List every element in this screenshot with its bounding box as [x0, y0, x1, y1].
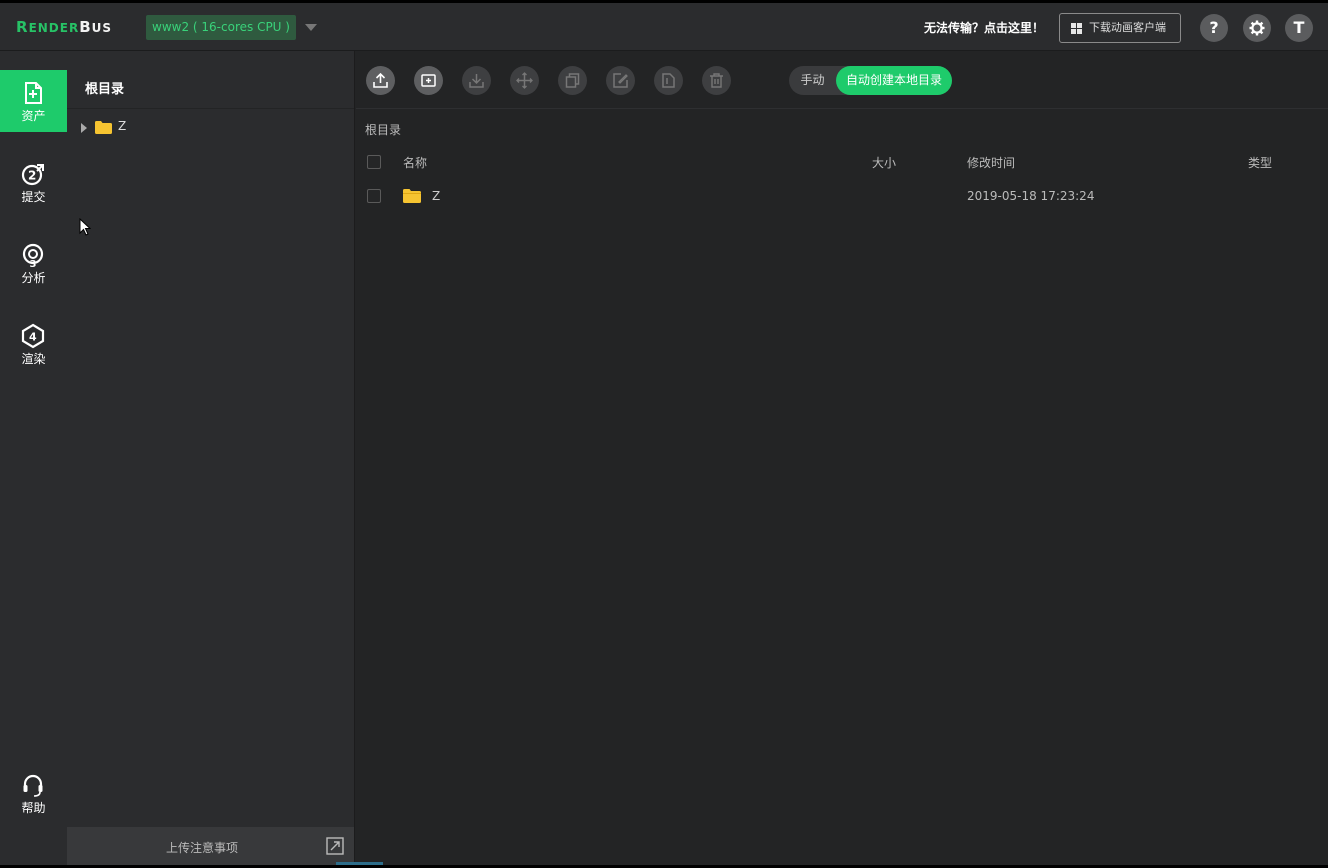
nav-label-analyze: 分析 — [21, 271, 46, 285]
column-header-name[interactable]: 名称 — [403, 154, 427, 171]
caret-right-icon[interactable] — [81, 123, 87, 133]
left-nav: 资产 2 提交 3 分析 4 渲染 帮助 — [0, 51, 67, 865]
paste-icon — [662, 73, 675, 88]
column-header-size[interactable]: 大小 — [872, 154, 896, 171]
paste-button[interactable] — [654, 66, 683, 95]
select-all-checkbox[interactable] — [367, 155, 381, 169]
file-name: Z — [432, 189, 441, 203]
settings-button[interactable] — [1243, 14, 1271, 42]
nav-item-assets[interactable]: 资产 — [0, 70, 67, 132]
nav-label-submit: 提交 — [21, 190, 46, 204]
nav-label-render: 渲染 — [21, 352, 46, 366]
renderbus-logo: RENDERBUS — [16, 18, 113, 36]
mode-manual-option[interactable]: 手动 — [789, 66, 836, 95]
help-button[interactable]: ? — [1200, 14, 1228, 42]
upload-button[interactable] — [366, 66, 395, 95]
folder-icon — [403, 189, 421, 203]
tree-item-label: Z — [118, 119, 127, 133]
upload-icon — [373, 72, 388, 88]
svg-text:2: 2 — [28, 169, 36, 183]
trash-icon — [710, 73, 723, 88]
transfer-help-link[interactable]: 无法传输？点击这里！ — [924, 19, 1044, 36]
download-client-label: 下载动画客户端 — [1089, 21, 1166, 34]
file-modified-time: 2019-05-18 17:23:24 — [967, 189, 1095, 203]
nav-label-assets: 资产 — [21, 109, 46, 123]
user-avatar[interactable]: T — [1285, 14, 1313, 42]
breadcrumb[interactable]: 根目录 — [365, 121, 401, 138]
svg-text:3: 3 — [30, 259, 37, 268]
expand-icon[interactable] — [326, 837, 344, 855]
nav-item-render[interactable]: 4 渲染 — [0, 313, 67, 375]
app-window: RENDERBUS www2 ( 16-cores CPU ) 无法传输？点击这… — [0, 3, 1328, 865]
mouse-cursor-icon — [79, 218, 91, 236]
nav-item-submit[interactable]: 2 提交 — [0, 151, 67, 213]
render-icon: 4 — [21, 323, 45, 349]
table-row[interactable]: Z 2019-05-18 17:23:24 — [356, 179, 1328, 213]
server-select[interactable]: www2 ( 16-cores CPU ) — [146, 15, 296, 40]
submit-icon: 2 — [21, 164, 44, 186]
tree-footer: 上传注意事项 — [67, 827, 354, 865]
rename-icon — [613, 73, 628, 88]
new-folder-icon — [421, 74, 436, 87]
chevron-down-icon[interactable] — [305, 24, 317, 31]
headset-icon — [23, 774, 43, 797]
taskbar-accent — [336, 862, 383, 865]
new-folder-button[interactable] — [414, 66, 443, 95]
move-icon — [516, 72, 533, 89]
folder-icon — [95, 121, 112, 134]
file-browser: 手动 自动创建本地目录 根目录 名称 大小 修改时间 类型 Z 2019-05-… — [356, 51, 1328, 865]
file-toolbar: 手动 自动创建本地目录 — [356, 51, 1328, 109]
move-button[interactable] — [510, 66, 539, 95]
windows-icon — [1071, 23, 1083, 34]
nav-item-analyze[interactable]: 3 分析 — [0, 232, 67, 294]
directory-tree-panel: 根目录 Z 上传注意事项 — [67, 51, 355, 865]
upload-notice-link[interactable]: 上传注意事项 — [67, 839, 337, 856]
svg-text:4: 4 — [29, 331, 37, 344]
download-icon — [469, 74, 484, 88]
mode-auto-option[interactable]: 自动创建本地目录 — [836, 66, 952, 95]
column-header-modified[interactable]: 修改时间 — [967, 154, 1015, 171]
copy-button[interactable] — [558, 66, 587, 95]
question-icon: ? — [1209, 18, 1219, 37]
assets-icon — [25, 82, 42, 104]
gear-icon — [1249, 20, 1265, 36]
nav-label-help: 帮助 — [21, 801, 46, 815]
tree-title: 根目录 — [67, 51, 354, 109]
row-checkbox[interactable] — [367, 189, 381, 203]
column-header-type[interactable]: 类型 — [1248, 154, 1272, 171]
delete-button[interactable] — [702, 66, 731, 95]
rename-button[interactable] — [606, 66, 635, 95]
nav-item-help[interactable]: 帮助 — [0, 762, 67, 824]
copy-icon — [565, 73, 580, 88]
top-bar: RENDERBUS www2 ( 16-cores CPU ) 无法传输？点击这… — [0, 3, 1328, 51]
user-initial: T — [1293, 18, 1305, 37]
directory-mode-toggle[interactable]: 手动 自动创建本地目录 — [789, 66, 952, 95]
download-button[interactable] — [462, 66, 491, 95]
analyze-icon: 3 — [22, 243, 44, 268]
download-client-button[interactable]: 下载动画客户端 — [1059, 13, 1181, 43]
